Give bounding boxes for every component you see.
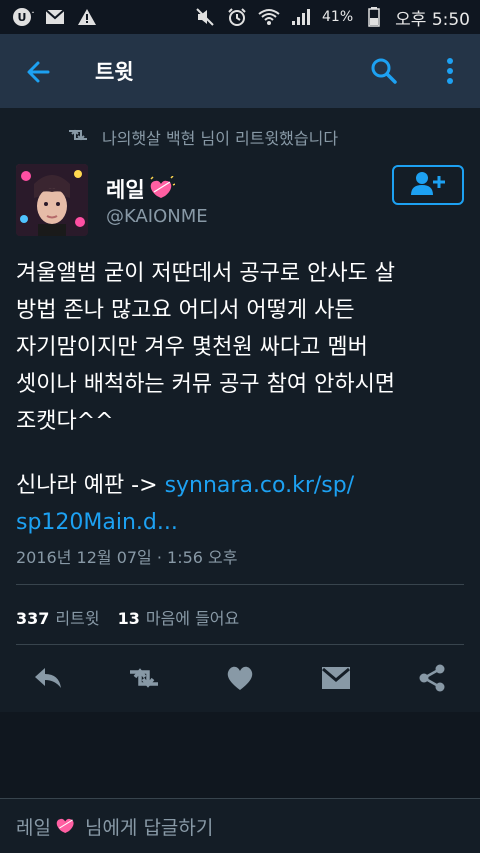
- retweeted-by-line[interactable]: 나의햇살 백현 님이 리트윗했습니다: [66, 125, 338, 149]
- share-icon[interactable]: [414, 660, 450, 696]
- retweet-count[interactable]: 337: [16, 609, 49, 628]
- envelope-icon[interactable]: [318, 660, 354, 696]
- arrow-left-icon[interactable]: [22, 56, 54, 88]
- section-separator: [0, 712, 480, 798]
- retweet-count-label[interactable]: 리트윗: [55, 605, 99, 629]
- signal-icon: [290, 7, 312, 27]
- status-bar-right: 41% 오후 5:50: [194, 5, 470, 30]
- tweet-timestamp: 2016년 12월 07일 · 1:56 오후: [16, 548, 238, 567]
- search-icon[interactable]: [368, 55, 400, 87]
- status-bar: U+ 41% 오후 5:50: [0, 0, 480, 34]
- like-count-label[interactable]: 마음에 들어요: [146, 605, 239, 629]
- action-bar: [0, 660, 480, 700]
- clock: 오후 5:50: [395, 9, 470, 30]
- reply-target-name: 레일: [16, 816, 51, 839]
- wifi-icon: [258, 7, 280, 27]
- svg-text:+: +: [31, 8, 34, 18]
- svg-text:U: U: [18, 11, 27, 24]
- add-user-icon: [410, 170, 446, 200]
- retweet-icon: [66, 127, 90, 147]
- retweet-icon[interactable]: [126, 660, 162, 696]
- tweet-stats: 337 리트윗 13 마음에 들어요: [16, 605, 239, 629]
- battery-icon: [363, 7, 385, 27]
- avatar[interactable]: [16, 164, 88, 236]
- more-vertical-icon[interactable]: [438, 55, 462, 87]
- divider: [16, 644, 464, 645]
- app-bar: 트윗: [0, 34, 480, 108]
- mail-notification-icon: [44, 7, 66, 27]
- tweet-link-part2[interactable]: sp120Main.d...: [16, 510, 178, 535]
- tweet-link-part1[interactable]: synnara.co.kr/sp/: [165, 473, 355, 498]
- heart-icon[interactable]: [222, 660, 258, 696]
- source-label: 신나라 예판 ->: [16, 473, 158, 498]
- battery-percent: 41%: [322, 9, 354, 25]
- mute-icon: [194, 7, 216, 27]
- tweet-source-text: 신나라 예판 -> synnara.co.kr/sp/ sp120Main.d.…: [16, 467, 468, 541]
- author-name[interactable]: 레일: [106, 174, 175, 204]
- page-title: 트윗: [95, 60, 134, 84]
- reply-placeholder: 님에게 답글하기: [84, 816, 214, 839]
- retweeted-by-text: 나의햇살 백현 님이 리트윗했습니다: [102, 129, 339, 148]
- author-display-name: 레일: [106, 178, 145, 202]
- divider: [16, 584, 464, 585]
- status-bar-left: U+: [12, 7, 98, 27]
- tweet-text: 겨울앨범 굳이 저딴데서 공구로 안사도 살 방법 존나 많고요 어디서 어떻게…: [16, 261, 396, 434]
- alarm-icon: [226, 7, 248, 27]
- sparkling-heart-icon: [149, 174, 175, 203]
- sparkling-heart-icon: [55, 815, 77, 838]
- like-count[interactable]: 13: [118, 609, 140, 628]
- u-plus-icon: U+: [12, 7, 34, 27]
- reply-input[interactable]: 레일 님에게 답글하기: [0, 798, 480, 853]
- author-handle[interactable]: @KAIONME: [106, 206, 208, 227]
- reply-icon[interactable]: [30, 660, 66, 696]
- follow-button[interactable]: [392, 165, 464, 205]
- warning-icon: [76, 7, 98, 27]
